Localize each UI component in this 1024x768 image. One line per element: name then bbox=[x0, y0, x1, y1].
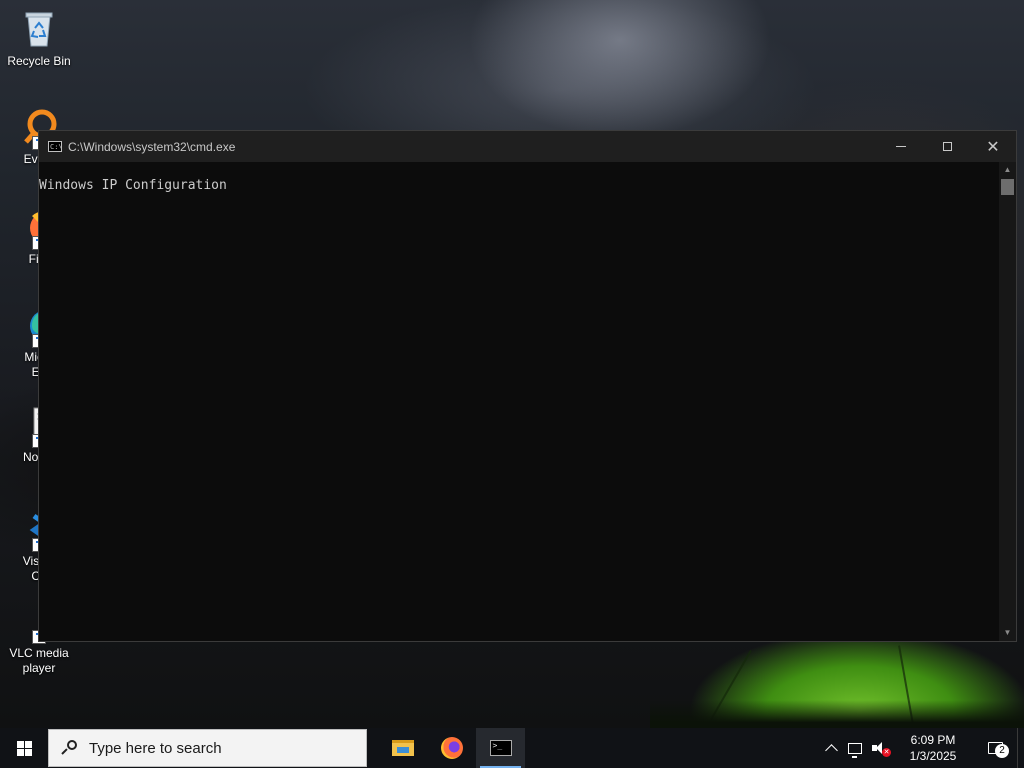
scroll-up-arrow-icon[interactable]: ▲ bbox=[999, 162, 1016, 178]
taskbar-search-box[interactable]: Type here to search bbox=[48, 729, 367, 767]
console-line: Windows IP Configuration bbox=[39, 178, 227, 193]
cmd-window-title: C:\Windows\system32\cmd.exe bbox=[68, 139, 236, 154]
scrollbar-thumb[interactable] bbox=[1001, 179, 1014, 195]
volume-button[interactable]: ✕ bbox=[867, 728, 893, 768]
cmd-icon: >_ bbox=[489, 740, 512, 756]
taskbar-firefox[interactable] bbox=[427, 728, 476, 768]
show-hidden-icons-button[interactable] bbox=[819, 728, 843, 768]
clock-time: 6:09 PM bbox=[910, 733, 956, 747]
desktop-icon-label: Recycle Bin bbox=[7, 54, 71, 68]
cmd-window[interactable]: C:\ C:\Windows\system32\cmd.exe ✕ Window… bbox=[38, 130, 1017, 642]
search-placeholder: Type here to search bbox=[89, 739, 222, 757]
desktop-icon-label: VLC media bbox=[9, 646, 69, 660]
windows-logo-icon bbox=[16, 740, 32, 756]
close-button[interactable]: ✕ bbox=[970, 131, 1016, 162]
firefox-icon bbox=[440, 737, 463, 759]
action-center-button[interactable]: 2 bbox=[973, 728, 1017, 768]
recycle-bin-icon bbox=[18, 8, 60, 50]
clock-date: 1/3/2025 bbox=[909, 749, 957, 763]
wallpaper-grass bbox=[650, 700, 1024, 728]
taskbar: Type here to search >_ ✕ 6:09 PM 1/3/202… bbox=[0, 728, 1024, 768]
start-button[interactable] bbox=[0, 728, 48, 768]
taskbar-file-explorer[interactable] bbox=[378, 728, 427, 768]
desktop-icon-recycle-bin[interactable]: Recycle Bin bbox=[1, 8, 77, 69]
scroll-down-arrow-icon[interactable]: ▼ bbox=[999, 625, 1016, 641]
clock[interactable]: 6:09 PM 1/3/2025 bbox=[893, 728, 973, 768]
minimize-button[interactable] bbox=[878, 131, 924, 162]
cmd-window-icon: C:\ bbox=[48, 141, 63, 152]
system-tray: ✕ 6:09 PM 1/3/2025 2 bbox=[819, 728, 1024, 768]
maximize-button[interactable] bbox=[924, 131, 970, 162]
close-icon: ✕ bbox=[986, 136, 1000, 156]
cmd-titlebar[interactable]: C:\ C:\Windows\system32\cmd.exe ✕ bbox=[39, 131, 1016, 162]
maximize-icon bbox=[942, 142, 952, 151]
minimize-icon bbox=[896, 146, 906, 147]
window-controls: ✕ bbox=[878, 131, 1016, 162]
desktop-icon-label: player bbox=[22, 661, 56, 675]
console-output[interactable]: Windows IP Configuration bbox=[39, 162, 999, 641]
taskbar-cmd[interactable]: >_ bbox=[476, 728, 525, 768]
folder-icon bbox=[391, 740, 414, 756]
volume-muted-icon: ✕ bbox=[872, 741, 891, 757]
show-desktop-button[interactable] bbox=[1017, 728, 1024, 768]
network-button[interactable] bbox=[843, 728, 867, 768]
search-icon bbox=[49, 740, 89, 756]
notification-count-badge: 2 bbox=[995, 744, 1009, 758]
network-icon bbox=[848, 742, 862, 758]
console-scrollbar[interactable]: ▲ ▼ bbox=[999, 162, 1016, 641]
chevron-up-icon bbox=[824, 744, 838, 757]
